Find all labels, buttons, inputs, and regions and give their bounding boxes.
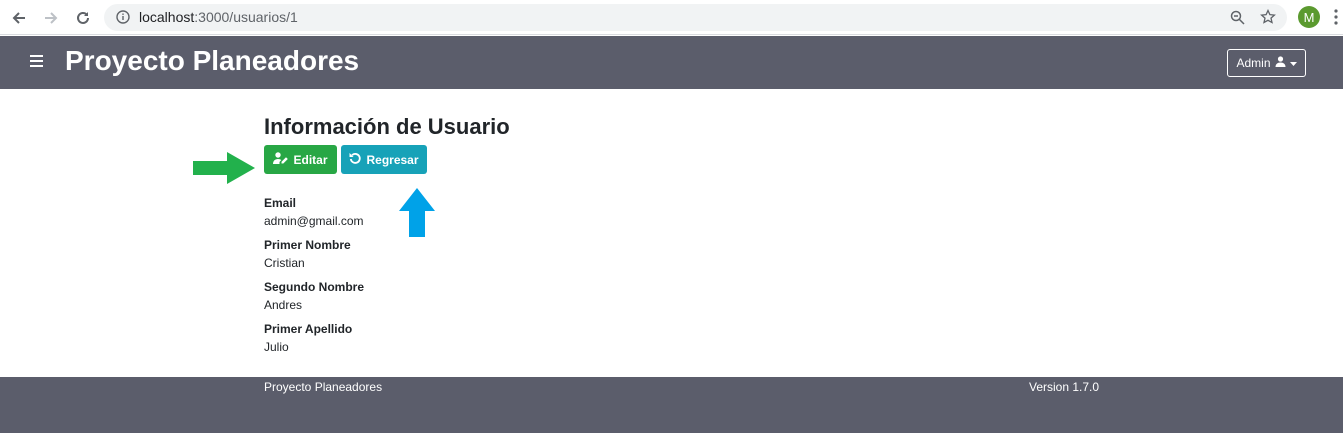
second-name-value: Andres xyxy=(264,298,303,312)
hamburger-menu-icon[interactable] xyxy=(30,55,43,67)
first-surname-label: Primer Apellido xyxy=(264,322,353,336)
email-value: admin@gmail.com xyxy=(264,214,364,228)
back-arrow-icon[interactable] xyxy=(8,7,30,29)
footer-project-name: Proyecto Planeadores xyxy=(264,380,383,394)
undo-icon xyxy=(349,152,362,167)
email-label: Email xyxy=(264,196,297,210)
first-name-value: Cristian xyxy=(264,256,305,270)
green-arrow-annotation xyxy=(193,152,255,184)
caret-down-icon xyxy=(1289,56,1297,70)
user-icon xyxy=(1275,56,1286,70)
admin-dropdown-button[interactable]: Admin xyxy=(1227,49,1306,77)
address-bar[interactable]: localhost:3000/usuarios/1 xyxy=(104,4,1287,31)
edit-label: Editar xyxy=(293,152,328,167)
first-name-label: Primer Nombre xyxy=(264,238,351,252)
zoom-icon[interactable] xyxy=(1230,10,1245,30)
back-label: Regresar xyxy=(366,152,419,167)
profile-avatar[interactable]: M xyxy=(1298,6,1320,28)
url-text: localhost:3000/usuarios/1 xyxy=(139,9,298,25)
brand-title[interactable]: Proyecto Planeadores xyxy=(65,45,359,77)
page-footer: Proyecto Planeadores Version 1.7.0 xyxy=(0,377,1343,433)
app-navbar: Proyecto Planeadores Admin xyxy=(0,36,1343,89)
bookmark-star-icon[interactable] xyxy=(1260,8,1276,30)
reload-icon[interactable] xyxy=(72,7,94,29)
browser-toolbar: localhost:3000/usuarios/1 M xyxy=(0,0,1343,35)
user-edit-icon xyxy=(273,152,289,167)
back-button[interactable]: Regresar xyxy=(341,145,427,174)
info-icon[interactable] xyxy=(116,10,130,29)
footer-version: Version 1.7.0 xyxy=(1029,380,1100,394)
forward-arrow-icon[interactable] xyxy=(40,7,62,29)
page-title: Información de Usuario xyxy=(264,114,510,139)
blue-arrow-annotation xyxy=(399,188,435,237)
browser-menu-icon[interactable] xyxy=(1334,9,1338,30)
edit-button[interactable]: Editar xyxy=(264,145,337,174)
admin-label: Admin xyxy=(1236,56,1271,70)
second-name-label: Segundo Nombre xyxy=(264,280,365,294)
first-surname-value: Julio xyxy=(264,340,289,354)
